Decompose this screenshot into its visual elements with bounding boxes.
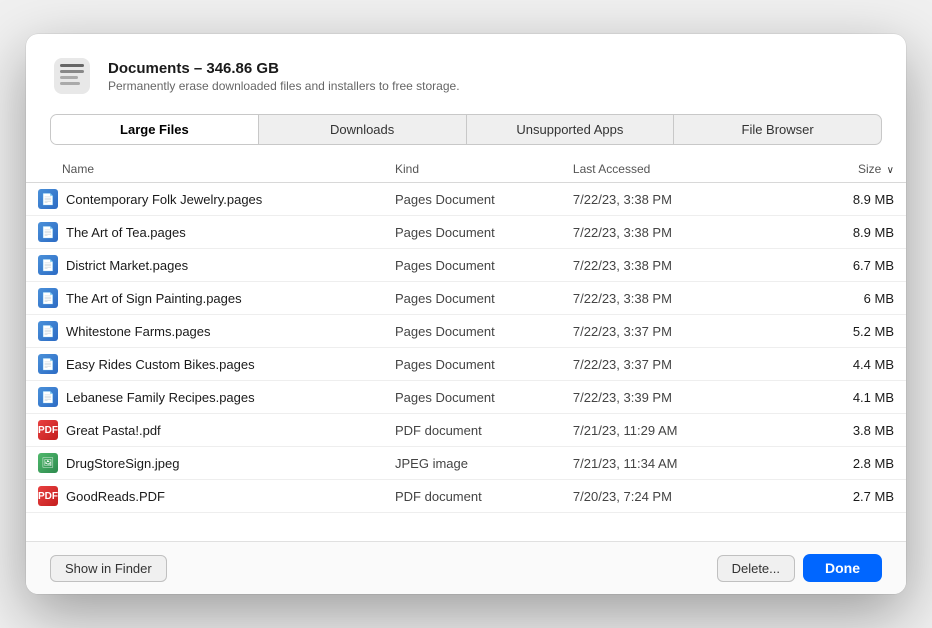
cell-name: 📄 Easy Rides Custom Bikes.pages [26, 348, 383, 380]
cell-accessed: 7/22/23, 3:39 PM [561, 381, 791, 414]
header: Documents – 346.86 GB Permanently erase … [26, 34, 906, 114]
file-table: Name Kind Last Accessed Size ∨ 📄 Contempo… [26, 157, 906, 513]
tab-file-browser[interactable]: File Browser [674, 115, 881, 144]
cell-kind: Pages Document [383, 381, 561, 414]
file-icon: 📄 [38, 222, 58, 242]
cell-size: 2.8 MB [791, 447, 906, 480]
cell-name: 📄 Contemporary Folk Jewelry.pages [26, 183, 383, 215]
file-name-text: Great Pasta!.pdf [66, 423, 161, 438]
table-row[interactable]: 📄 District Market.pages Pages Document7/22… [26, 249, 906, 282]
cell-kind: Pages Document [383, 315, 561, 348]
cell-name: 🖼 DrugStoreSign.jpeg [26, 447, 383, 479]
cell-accessed: 7/22/23, 3:38 PM [561, 249, 791, 282]
table-row[interactable]: 🖼 DrugStoreSign.jpeg JPEG image7/21/23, 11… [26, 447, 906, 480]
cell-kind: PDF document [383, 480, 561, 513]
file-name-text: Easy Rides Custom Bikes.pages [66, 357, 255, 372]
cell-kind: Pages Document [383, 282, 561, 315]
cell-kind: Pages Document [383, 249, 561, 282]
file-name-text: DrugStoreSign.jpeg [66, 456, 179, 471]
file-icon: PDF [38, 486, 58, 506]
table-row[interactable]: 📄 The Art of Tea.pages Pages Document7/22/… [26, 216, 906, 249]
col-header-kind[interactable]: Kind [383, 157, 561, 183]
table-row[interactable]: PDF GoodReads.PDF PDF document7/20/23, 7:2… [26, 480, 906, 513]
footer-left: Show in Finder [50, 555, 167, 582]
cell-accessed: 7/22/23, 3:38 PM [561, 183, 791, 216]
main-dialog: Documents – 346.86 GB Permanently erase … [26, 34, 906, 594]
cell-size: 2.7 MB [791, 480, 906, 513]
file-name-text: The Art of Tea.pages [66, 225, 186, 240]
cell-size: 3.8 MB [791, 414, 906, 447]
cell-size: 5.2 MB [791, 315, 906, 348]
cell-accessed: 7/22/23, 3:38 PM [561, 216, 791, 249]
table-body: 📄 Contemporary Folk Jewelry.pages Pages Do… [26, 183, 906, 513]
file-name-text: Lebanese Family Recipes.pages [66, 390, 255, 405]
col-header-size[interactable]: Size ∨ [791, 157, 906, 183]
cell-size: 6 MB [791, 282, 906, 315]
cell-kind: PDF document [383, 414, 561, 447]
table-row[interactable]: 📄 Whitestone Farms.pages Pages Document7/2… [26, 315, 906, 348]
table-header-row: Name Kind Last Accessed Size ∨ [26, 157, 906, 183]
cell-accessed: 7/22/23, 3:37 PM [561, 315, 791, 348]
file-name-text: District Market.pages [66, 258, 188, 273]
cell-size: 4.4 MB [791, 348, 906, 381]
header-text: Documents – 346.86 GB Permanently erase … [108, 60, 460, 93]
cell-accessed: 7/20/23, 7:24 PM [561, 480, 791, 513]
cell-kind: JPEG image [383, 447, 561, 480]
file-name-text: GoodReads.PDF [66, 489, 165, 504]
cell-kind: Pages Document [383, 216, 561, 249]
cell-accessed: 7/21/23, 11:29 AM [561, 414, 791, 447]
table-row[interactable]: PDF Great Pasta!.pdf PDF document7/21/23, … [26, 414, 906, 447]
done-button[interactable]: Done [803, 554, 882, 582]
cell-accessed: 7/22/23, 3:37 PM [561, 348, 791, 381]
tab-bar: Large Files Downloads Unsupported Apps F… [50, 114, 882, 145]
file-table-container: Name Kind Last Accessed Size ∨ 📄 Contempo… [26, 157, 906, 541]
tab-large-files[interactable]: Large Files [51, 115, 259, 144]
table-row[interactable]: 📄 Contemporary Folk Jewelry.pages Pages Do… [26, 183, 906, 216]
footer: Show in Finder Delete... Done [26, 541, 906, 594]
cell-accessed: 7/22/23, 3:38 PM [561, 282, 791, 315]
file-icon: 📄 [38, 354, 58, 374]
table-row[interactable]: 📄 Lebanese Family Recipes.pages Pages Docu… [26, 381, 906, 414]
file-icon: 📄 [38, 255, 58, 275]
file-name-text: Contemporary Folk Jewelry.pages [66, 192, 262, 207]
cell-accessed: 7/21/23, 11:34 AM [561, 447, 791, 480]
file-icon: 🖼 [38, 453, 58, 473]
cell-kind: Pages Document [383, 348, 561, 381]
sort-indicator: ∨ [887, 165, 894, 176]
table-row[interactable]: 📄 The Art of Sign Painting.pages Pages Doc… [26, 282, 906, 315]
col-header-accessed[interactable]: Last Accessed [561, 157, 791, 183]
cell-name: 📄 The Art of Sign Painting.pages [26, 282, 383, 314]
cell-kind: Pages Document [383, 183, 561, 216]
cell-size: 4.1 MB [791, 381, 906, 414]
tab-downloads[interactable]: Downloads [259, 115, 467, 144]
cell-name: 📄 District Market.pages [26, 249, 383, 281]
delete-button[interactable]: Delete... [717, 555, 795, 582]
file-icon: 📄 [38, 321, 58, 341]
cell-size: 6.7 MB [791, 249, 906, 282]
col-header-name[interactable]: Name [26, 157, 383, 183]
file-icon: PDF [38, 420, 58, 440]
file-name-text: The Art of Sign Painting.pages [66, 291, 242, 306]
table-row[interactable]: 📄 Easy Rides Custom Bikes.pages Pages Docu… [26, 348, 906, 381]
file-icon: 📄 [38, 288, 58, 308]
header-subtitle: Permanently erase downloaded files and i… [108, 79, 460, 93]
file-icon: 📄 [38, 189, 58, 209]
tab-unsupported-apps[interactable]: Unsupported Apps [467, 115, 675, 144]
header-title: Documents – 346.86 GB [108, 60, 460, 77]
cell-name: 📄 The Art of Tea.pages [26, 216, 383, 248]
cell-name: PDF GoodReads.PDF [26, 480, 383, 512]
cell-name: 📄 Whitestone Farms.pages [26, 315, 383, 347]
cell-name: 📄 Lebanese Family Recipes.pages [26, 381, 383, 413]
documents-icon [50, 54, 94, 98]
cell-size: 8.9 MB [791, 183, 906, 216]
show-in-finder-button[interactable]: Show in Finder [50, 555, 167, 582]
footer-right: Delete... Done [717, 554, 882, 582]
file-icon: 📄 [38, 387, 58, 407]
cell-name: PDF Great Pasta!.pdf [26, 414, 383, 446]
cell-size: 8.9 MB [791, 216, 906, 249]
file-name-text: Whitestone Farms.pages [66, 324, 211, 339]
